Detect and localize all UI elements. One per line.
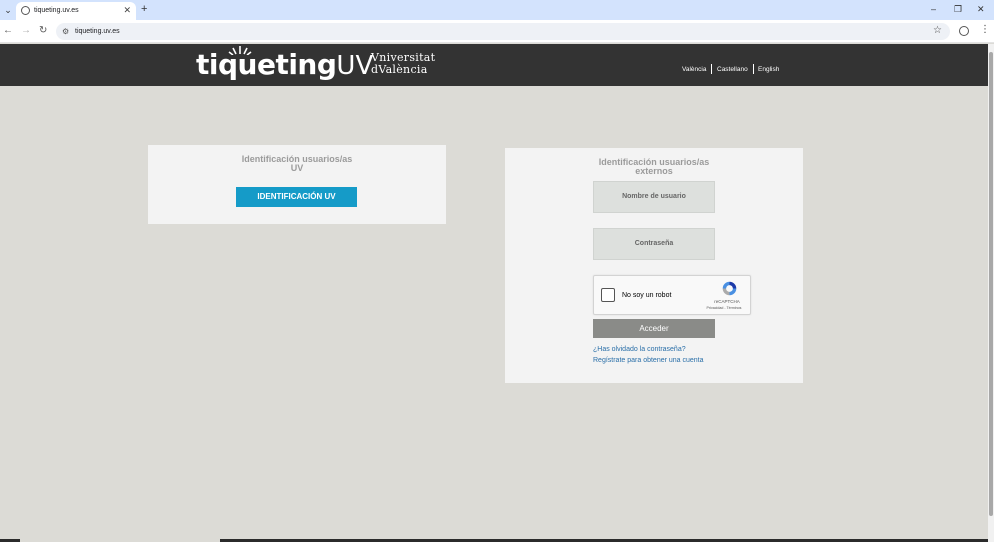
universitat-valencia-logo[interactable]: Vniversitat dValència [371,52,435,76]
reload-icon[interactable]: ↻ [39,25,47,37]
url-text[interactable]: tiqueting.uv.es [75,26,120,37]
uv-login-panel: Identificación usuarios/as UV IDENTIFICA… [148,145,446,224]
recaptcha-terms-links[interactable]: Privacidad - Términos [698,306,750,311]
forgot-password-link[interactable]: ¿Has olvidado la contraseña? [593,345,686,354]
external-login-title-line2: externos [635,166,673,176]
acceder-button[interactable]: Acceder [593,319,715,338]
lang-separator [753,64,754,74]
lang-english-link[interactable]: English [758,65,779,74]
browser-menu-icon[interactable]: ⋮ [980,24,990,36]
tiqueting-uv-logo[interactable]: tiquetingUV [196,47,373,84]
bookmark-star-icon[interactable]: ☆ [933,25,942,37]
restore-icon[interactable]: ❐ [954,3,962,15]
back-arrow-icon[interactable]: ← [3,25,13,37]
minimize-icon[interactable]: – [931,3,936,15]
logo-suffix-text: UV [336,51,374,81]
username-field[interactable]: Nombre de usuario [593,181,715,213]
recaptcha-label: No soy un robot [622,292,672,299]
recaptcha-brand: reCAPTCHA [714,299,740,304]
forward-arrow-icon[interactable]: → [21,25,31,37]
lang-valencia-link[interactable]: València [682,65,706,74]
logo-main-text: tiqueting [196,48,337,81]
password-field[interactable]: Contraseña [593,228,715,260]
register-link[interactable]: Regístrate para obtener una cuenta [593,356,704,365]
new-tab-plus-icon[interactable]: + [141,2,147,16]
address-bar[interactable]: ⚙ tiqueting.uv.es ☆ [56,23,950,40]
uv-login-title-line2: UV [290,163,304,173]
external-login-panel: Identificación usuarios/as externos Nomb… [505,148,803,383]
browser-tab[interactable]: tiqueting.uv.es ✕ [16,2,136,20]
globe-icon [21,6,30,15]
close-tab-icon[interactable]: ✕ [123,4,131,16]
browser-toolbar: ← → ↻ ⚙ tiqueting.uv.es ☆ ⋮ [0,20,994,43]
recaptcha-logo-icon [722,281,737,296]
site-info-icon[interactable]: ⚙ [62,26,69,37]
tab-title: tiqueting.uv.es [34,7,79,14]
recaptcha-checkbox[interactable] [601,288,615,302]
profile-icon[interactable] [959,26,969,36]
browser-tab-bar: ⌄ tiqueting.uv.es ✕ + – ❐ ✕ [0,0,994,20]
lang-castellano-link[interactable]: Castellano [717,65,748,74]
site-header: tiquetingUV Vniversitat dValència Valènc… [0,44,988,86]
lang-separator [711,64,712,74]
page-scrollbar[interactable] [988,44,994,542]
scrollbar-thumb[interactable] [989,52,993,516]
tab-search-chevron-icon[interactable]: ⌄ [2,3,14,17]
identificacion-uv-button[interactable]: IDENTIFICACIÓN UV [236,187,357,207]
close-window-icon[interactable]: ✕ [977,3,985,15]
university-line2: dValència [371,63,428,76]
recaptcha-widget: No soy un robot reCAPTCHA Privacidad - T… [593,275,751,315]
